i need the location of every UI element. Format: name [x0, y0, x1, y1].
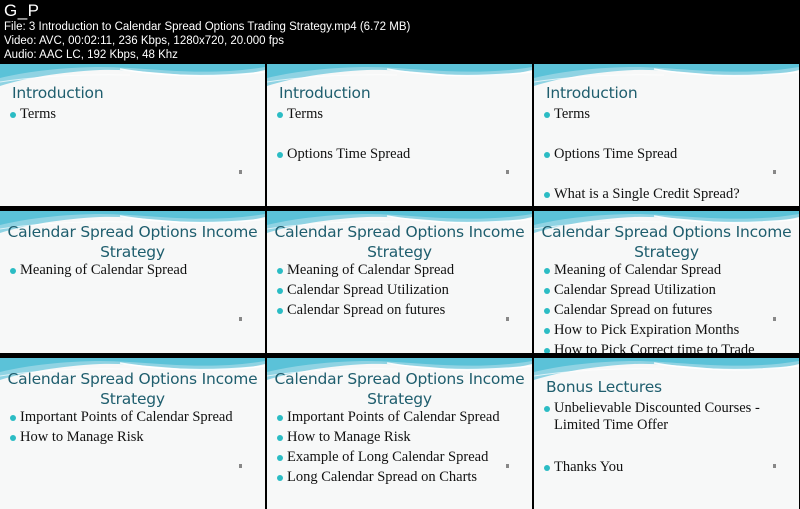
- slide-bullet-item: Options Time Spread: [277, 146, 528, 163]
- slide-bullet-list: Meaning of Calendar Spread Calendar Sprea…: [277, 262, 528, 319]
- mouse-pointer-icon: [773, 170, 776, 174]
- slide-bullet-list: Terms Options Time Spread What is a Single…: [544, 106, 795, 203]
- slide-title: Bonus Lectures: [546, 378, 662, 396]
- thumbnail-grid: Introduction Terms Introduction Terms Option…: [0, 64, 800, 509]
- slide-title: Introduction: [12, 84, 104, 102]
- slide-bullet-item: Calendar Spread Utilization: [544, 282, 795, 299]
- mouse-pointer-icon: [239, 170, 242, 174]
- slide-bullet-list: Terms Options Time Spread: [277, 106, 528, 163]
- audio-info: Audio: AAC LC, 192 Kbps, 48 Khz: [4, 49, 178, 61]
- slide-title: Introduction: [279, 84, 371, 102]
- slide-title: Introduction: [546, 84, 638, 102]
- slide-title: Calendar Spread Options Income Strategy: [7, 370, 258, 408]
- slide-bullet-list: Important Points of Calendar Spread How t…: [10, 409, 261, 446]
- slide-bullet-list: Terms: [10, 106, 261, 123]
- mouse-pointer-icon: [239, 317, 242, 321]
- video-thumbnail: Calendar Spread Options Income Strategy M…: [0, 211, 265, 353]
- brand-label: G_P: [4, 1, 40, 20]
- video-thumbnail: Introduction Terms: [0, 64, 265, 206]
- slide-bullet-item: Meaning of Calendar Spread: [277, 262, 528, 279]
- slide-bullet-item: Meaning of Calendar Spread: [544, 262, 795, 279]
- slide-bullet-item: Calendar Spread on futures: [544, 302, 795, 319]
- slide-bullet-item: Unbelievable Discounted Courses - Limite…: [544, 400, 795, 434]
- slide-bullet-item: How to Pick Expiration Months: [544, 322, 795, 339]
- video-thumbnail: Bonus Lectures Unbelievable Discounted Co…: [534, 358, 799, 509]
- video-info: Video: AVC, 00:02:11, 236 Kbps, 1280x720…: [4, 35, 285, 47]
- slide-bullet-item: Calendar Spread on futures: [277, 302, 528, 319]
- slide-bullet-item: How to Manage Risk: [277, 429, 528, 446]
- slide-bullet-item: Calendar Spread Utilization: [277, 282, 528, 299]
- slide-bullet-list: Important Points of Calendar Spread How t…: [277, 409, 528, 486]
- slide-bullet-item: How to Pick Correct time to Trade: [544, 342, 795, 353]
- mouse-pointer-icon: [506, 464, 509, 468]
- slide-bullet-item: Terms: [544, 106, 795, 123]
- slide-bullet-list: Unbelievable Discounted Courses - Limite…: [544, 400, 795, 476]
- slide-bullet-item: How to Manage Risk: [10, 429, 261, 446]
- slide-bullet-item: Options Time Spread: [544, 146, 795, 163]
- mouse-pointer-icon: [506, 317, 509, 321]
- mouse-pointer-icon: [773, 464, 776, 468]
- slide-bullet-list: Meaning of Calendar Spread Calendar Sprea…: [544, 262, 795, 353]
- slide-bullet-item: Important Points of Calendar Spread: [277, 409, 528, 426]
- slide-title: Calendar Spread Options Income Strategy: [541, 223, 792, 261]
- video-thumbnail: Calendar Spread Options Income Strategy M…: [534, 211, 799, 353]
- slide-title: Calendar Spread Options Income Strategy: [274, 223, 525, 261]
- media-info-header: G_P File: 3 Introduction to Calendar Spr…: [4, 2, 410, 62]
- slide-bullet-item: Meaning of Calendar Spread: [10, 262, 261, 279]
- slide-bullet-item: Terms: [10, 106, 261, 123]
- video-thumbnail: Introduction Terms Options Time Spread: [267, 64, 532, 206]
- mouse-pointer-icon: [239, 464, 242, 468]
- video-thumbnail: Calendar Spread Options Income Strategy I…: [0, 358, 265, 509]
- slide-bullet-item: Terms: [277, 106, 528, 123]
- file-info: File: 3 Introduction to Calendar Spread …: [4, 21, 411, 33]
- video-thumbnail: Calendar Spread Options Income Strategy M…: [267, 211, 532, 353]
- mouse-pointer-icon: [506, 170, 509, 174]
- mouse-pointer-icon: [773, 317, 776, 321]
- slide-bullet-list: Meaning of Calendar Spread: [10, 262, 261, 279]
- slide-bullet-item: Long Calendar Spread on Charts: [277, 469, 528, 486]
- slide-title: Calendar Spread Options Income Strategy: [274, 370, 525, 408]
- slide-bullet-item: What is a Single Credit Spread?: [544, 186, 795, 203]
- slide-bullet-item: Example of Long Calendar Spread: [277, 449, 528, 466]
- slide-title: Calendar Spread Options Income Strategy: [7, 223, 258, 261]
- slide-bullet-item: Thanks You: [544, 459, 795, 476]
- video-thumbnail: Calendar Spread Options Income Strategy I…: [267, 358, 532, 509]
- slide-bullet-item: Important Points of Calendar Spread: [10, 409, 261, 426]
- video-thumbnail: Introduction Terms Options Time Spread What…: [534, 64, 799, 206]
